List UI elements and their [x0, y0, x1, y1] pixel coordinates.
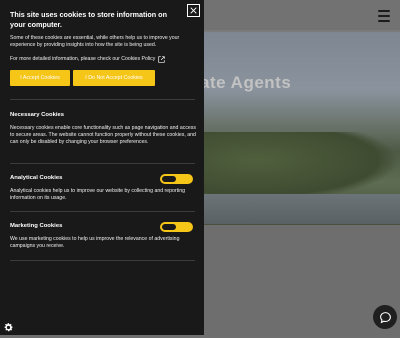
marketing-cookies-text: We use marketing cookies to help us impr… [10, 236, 180, 250]
cookie-policy-link[interactable]: For more detailed information, please ch… [10, 56, 155, 63]
analytical-cookies-text: Analytical cookies help us to improve ou… [10, 188, 186, 202]
chat-button[interactable] [373, 305, 397, 329]
close-icon [190, 7, 197, 14]
external-link-icon[interactable] [158, 56, 165, 63]
cookie-policy-line: For more detailed information, please ch… [10, 56, 200, 63]
hero-heading: ate Agents [200, 73, 292, 92]
cookie-panel-title: This site uses cookies to store informat… [10, 10, 167, 29]
divider [10, 163, 195, 164]
close-button[interactable] [187, 4, 200, 17]
necessary-cookies-title: Necessary Cookies [10, 112, 65, 118]
divider [10, 211, 195, 212]
cookie-settings-button[interactable] [3, 320, 15, 332]
chat-icon [379, 311, 391, 323]
analytical-cookies-toggle[interactable] [160, 174, 193, 184]
cookie-consent-panel: This site uses cookies to store informat… [0, 0, 204, 335]
accept-cookies-button[interactable]: I Accept Cookies [10, 70, 70, 86]
necessary-cookies-text: Necessary cookies enable core functional… [10, 125, 196, 146]
gear-icon [4, 323, 13, 332]
toggle-knob [162, 224, 176, 230]
toggle-knob [162, 176, 176, 182]
cookie-intro-text: Some of these cookies are essential, whi… [10, 35, 180, 49]
marketing-cookies-title: Marketing Cookies [10, 223, 63, 229]
marketing-cookies-toggle[interactable] [160, 222, 193, 232]
hero-trees [195, 132, 400, 202]
analytical-cookies-title: Analytical Cookies [10, 175, 63, 181]
decline-cookies-button[interactable]: I Do Not Accept Cookies [73, 70, 155, 86]
divider [10, 99, 195, 100]
menu-icon[interactable] [378, 10, 390, 22]
divider [10, 260, 195, 261]
